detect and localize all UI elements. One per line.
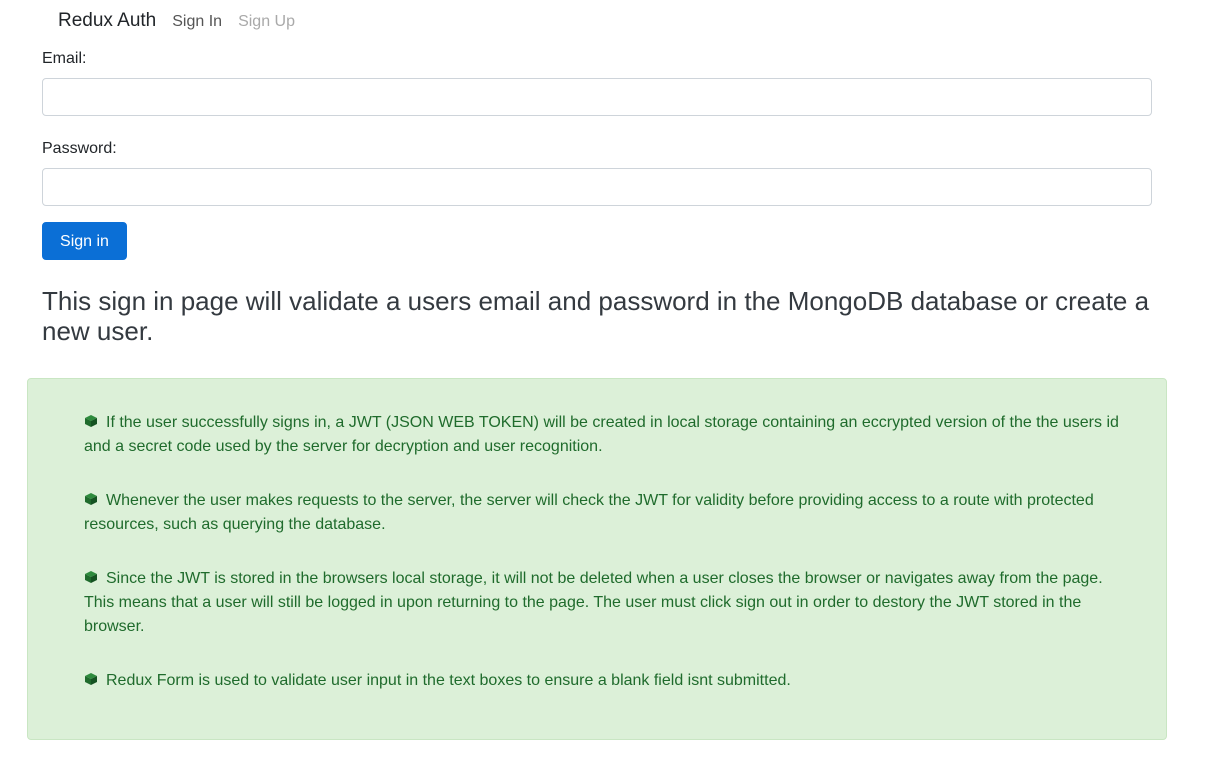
list-item: If the user successfully signs in, a JWT… [84,411,1134,459]
cube-icon [85,415,97,427]
email-label: Email: [42,50,87,67]
list-item-text: Since the JWT is stored in the browsers … [84,570,1103,635]
info-list: If the user successfully signs in, a JWT… [84,411,1134,723]
info-heading: This sign in page will validate a users … [42,286,1150,346]
list-item-text: If the user successfully signs in, a JWT… [84,414,1119,455]
password-input[interactable] [42,168,1152,206]
cube-icon [85,673,97,685]
top-navbar: Redux Auth Sign In Sign Up [58,10,311,34]
info-alert-box: If the user successfully signs in, a JWT… [27,378,1167,740]
cube-icon [85,571,97,583]
list-item-text: Redux Form is used to validate user inpu… [106,672,791,689]
nav-sign-up-link[interactable]: Sign Up [238,13,295,31]
password-label: Password: [42,140,117,157]
sign-in-form: Email: Password: Sign in [42,50,1152,260]
list-item-text: Whenever the user makes requests to the … [84,492,1094,533]
nav-sign-in-link[interactable]: Sign In [172,13,222,31]
cube-icon [85,493,97,505]
list-item: Since the JWT is stored in the browsers … [84,567,1134,639]
email-input[interactable] [42,78,1152,116]
list-item: Whenever the user makes requests to the … [84,489,1134,537]
sign-in-button[interactable]: Sign in [42,222,127,260]
brand-link[interactable]: Redux Auth [58,10,156,32]
list-item: Redux Form is used to validate user inpu… [84,669,1134,693]
